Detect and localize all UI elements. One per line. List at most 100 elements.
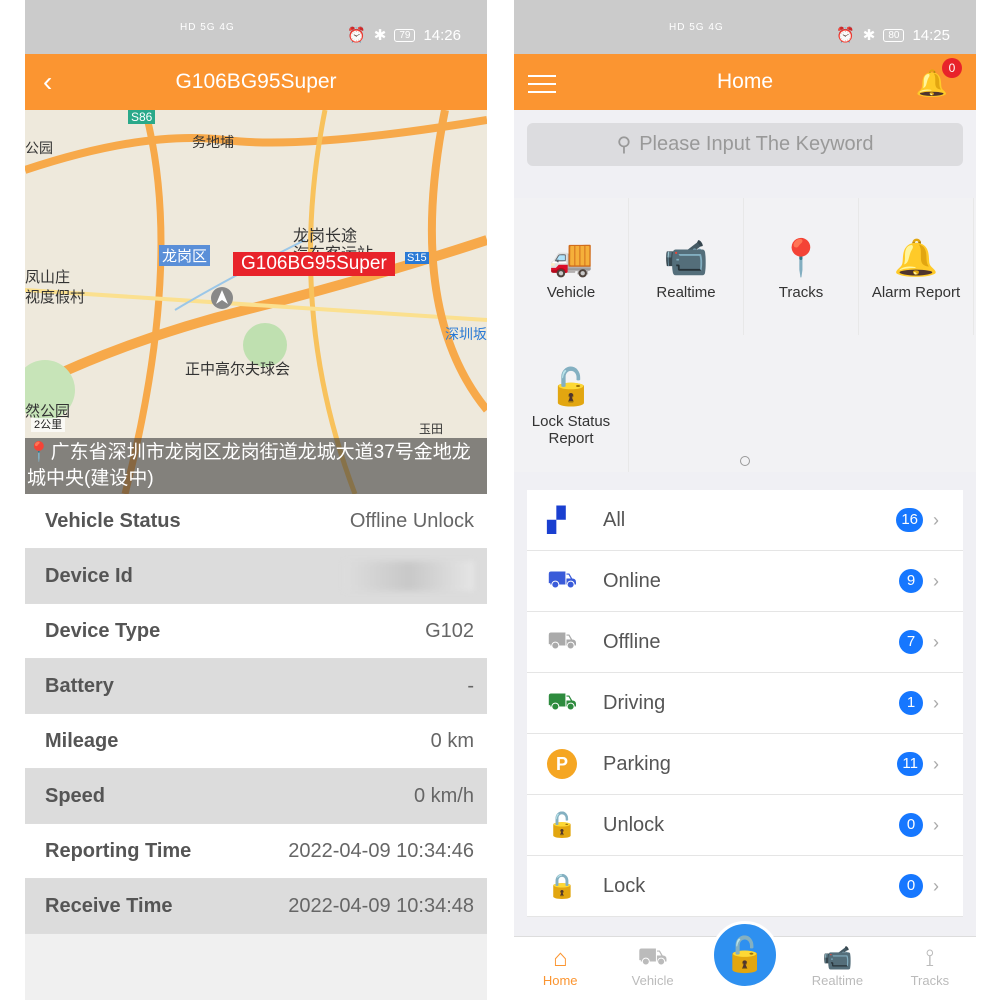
count-badge: 9 [899,569,923,593]
redacted-device-id [344,561,474,591]
app-bar: Home 🔔 [514,54,976,110]
status-bar: HD 5G 4G ⏰ ✱ 80 14:25 [514,0,976,54]
count-badge: 16 [896,508,923,532]
home-screen: HD 5G 4G ⏰ ✱ 80 14:25 Home 🔔 0 ⚲ Please Inpu… [514,0,976,1000]
home-icon: ⌂ [552,945,568,972]
tab-tracks[interactable]: ⟟ Tracks [884,937,976,1000]
truck-icon: ⛟ [637,943,668,970]
truck-icon: ⛟ [547,627,578,654]
menu-icon[interactable] [528,69,556,99]
row-key: Battery [45,674,114,697]
info-row-device-type: Device Type G102 [25,604,487,659]
truck-icon: ⛟ [547,566,578,593]
count-badge: 0 [899,813,923,837]
truck-icon: ⛟ [547,688,578,715]
map-label: 公园 [25,140,53,156]
list-item-lock[interactable]: 🔒 Lock 0 › [527,856,963,917]
grid-item-realtime[interactable]: 📹 Realtime [629,198,744,335]
grid-label: Alarm Report [871,284,961,301]
tab-realtime[interactable]: 📹 Realtime [791,937,883,1000]
page-title: G106BG95Super [175,70,337,93]
row-value: 0 km/h [413,784,474,807]
grid-label: Tracks [778,284,824,301]
camera-icon: 📹 [663,237,709,278]
chevron-right-icon: › [933,814,939,835]
row-value: Offline Unlock [349,509,474,532]
address-banner: 📍广东省深圳市龙岗区龙岗街道龙城大道37号金地龙城中央(建设中) [25,438,487,494]
chevron-right-icon: › [933,692,939,713]
row-key: Device Id [45,564,133,587]
search-icon: ⚲ [616,134,632,156]
map-label: S86 [128,110,156,124]
map-view[interactable]: S86 务地埔 公园 龙岗长途 汽车客运站 龙岗区 S15 凤山庄 视度假村 深… [25,110,487,494]
info-row-vehicle-status: Vehicle Status Offline Unlock [25,494,487,549]
map-label: 正中高尔夫球会 [185,361,291,378]
unlock-icon: 🔓 [548,365,594,407]
row-value: 0 km [430,729,474,752]
tab-label: Vehicle [631,973,674,988]
chevron-right-icon: › [933,570,939,591]
alarm-icon: ⏰ [347,27,366,44]
map-label: 龙岗区 [159,245,211,266]
grid-item-vehicle[interactable]: 🚚 Vehicle [514,198,629,335]
parking-icon: P [547,749,603,779]
row-value: - [467,674,474,697]
map-label: 视度假村 [25,289,86,306]
camera-icon: 📹 [822,945,853,972]
grid-item-lock-status-report[interactable]: 🔓 Lock Status Report [514,335,629,472]
chevron-right-icon: › [933,753,939,774]
unlock-icon: 🔓 [547,811,577,839]
unlock-action-button[interactable]: 🔓 [711,921,779,989]
row-key: Device Type [45,619,161,642]
map-scale: 2公里 [31,418,66,432]
list-item-online[interactable]: ⛟ Online 9 › [527,551,963,612]
map-label: 凤山庄 [25,269,71,286]
chevron-right-icon: › [933,875,939,896]
alarm-icon: ⏰ [836,27,855,44]
count-badge: 1 [899,691,923,715]
clock: 14:25 [912,26,950,44]
list-item-driving[interactable]: ⛟ Driving 1 › [527,673,963,734]
tab-vehicle[interactable]: ⛟ Vehicle [606,937,698,1000]
row-key: Reporting Time [45,839,192,862]
count-badge: 7 [899,630,923,654]
row-value: 2022-04-09 10:34:46 [288,839,474,862]
info-row-mileage: Mileage 0 km [25,714,487,769]
row-key: Vehicle Status [45,509,181,532]
grid-item-tracks[interactable]: 📍 Tracks [744,198,859,335]
info-row-device-id: Device Id [25,549,487,604]
list-item-unlock[interactable]: 🔓 Unlock 0 › [527,795,963,856]
map-label: S15 [405,252,429,264]
count-badge: 0 [899,874,923,898]
row-value: 2022-04-09 10:34:48 [288,894,474,917]
grid-item-alarm-report[interactable]: 🔔 Alarm Report [859,198,974,335]
signal-indicators: HD 5G 4G [669,22,724,33]
info-row-receive-time: Receive Time 2022-04-09 10:34:48 [25,879,487,934]
chevron-right-icon: › [933,509,939,530]
row-value: G102 [425,619,474,642]
tab-label: Realtime [811,973,864,988]
map-roads [25,110,487,494]
unlock-icon: 🔓 [723,936,767,974]
map-label: 务地埔 [192,134,234,150]
row-key: Mileage [45,729,119,752]
info-row-speed: Speed 0 km/h [25,769,487,824]
list-item-all[interactable]: ▞ All 16 › [527,490,963,551]
chevron-right-icon: › [933,631,939,652]
list-item-offline[interactable]: ⛟ Offline 7 › [527,612,963,673]
map-label: 玉田 [419,422,444,436]
back-button[interactable]: ‹ [43,66,52,98]
feature-grid: 🚚 Vehicle 📹 Realtime 📍 Tracks 🔔 Alarm Report… [514,198,976,472]
battery-indicator: 80 [883,28,905,42]
vehicle-marker-label[interactable]: G106BG95Super [233,252,395,276]
lock-icon: 🔒 [547,872,577,900]
search-input[interactable]: ⚲ Please Input The Keyword [527,123,963,166]
notification-badge: 0 [942,58,962,78]
battery-indicator: 79 [394,28,416,42]
info-row-reporting-time: Reporting Time 2022-04-09 10:34:46 [25,824,487,879]
list-item-parking[interactable]: P Parking 11 › [527,734,963,795]
clock: 14:26 [423,26,461,44]
tab-home[interactable]: ⌂ Home [514,937,606,1000]
vehicle-info-table: Vehicle Status Offline Unlock Device Id D… [25,494,487,934]
bluetooth-icon: ✱ [862,27,876,44]
